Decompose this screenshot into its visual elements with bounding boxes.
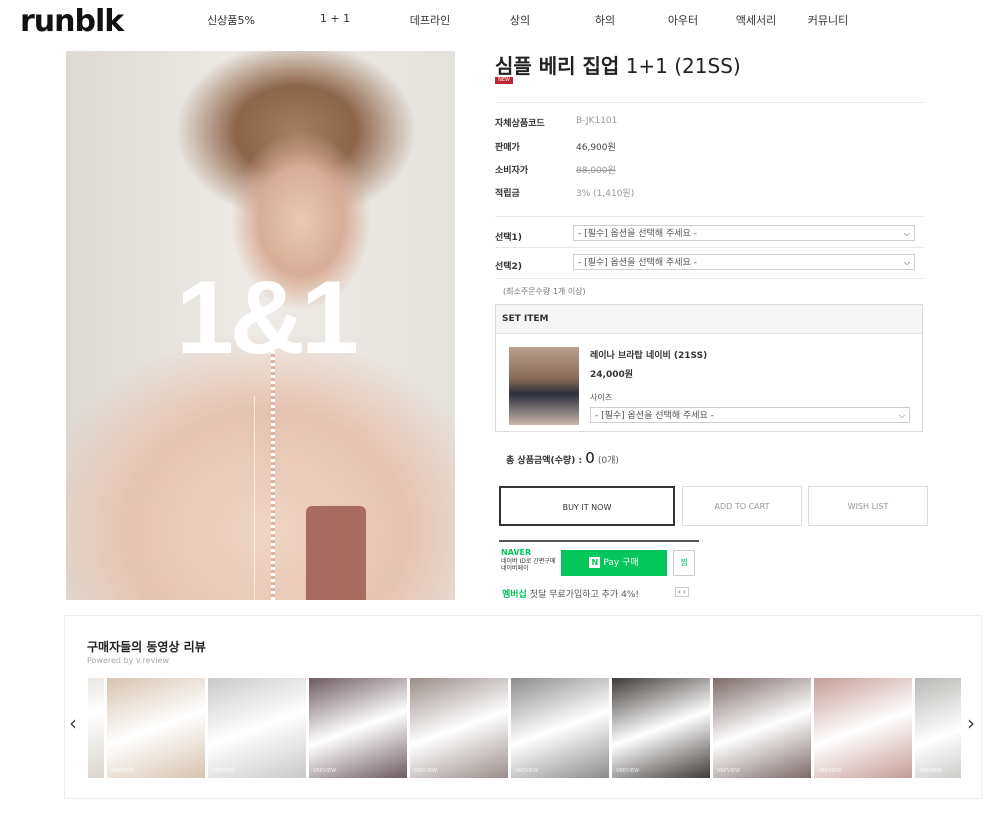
review-watermark: VREVIEW [313, 768, 337, 774]
info-value: 88,000원 [576, 166, 616, 176]
membership-text: 첫달 무료가입하고 추가 4%! [526, 590, 639, 600]
nav-item-tops[interactable]: 상의 [505, 12, 535, 28]
product-hero-image: 1&1 [66, 51, 455, 600]
review-thumbnail[interactable]: VREVIEW [713, 678, 811, 778]
chevron-right-icon[interactable]: › [967, 711, 975, 735]
divider [495, 247, 923, 248]
info-label: 소비자가 [495, 166, 529, 176]
review-title: 구매자들의 동영상 리뷰 [87, 640, 206, 654]
wish-list-button[interactable]: WISH LIST [808, 486, 928, 526]
main-nav: 신상품5% 1 + 1 데프라인 상의 하의 아우터 액세서리 커뮤니티 [190, 12, 853, 28]
set-item-price: 24,000원 [590, 370, 634, 380]
review-watermark: VREVIEW [212, 768, 236, 774]
set-item-size-select[interactable]: - [필수] 옵션을 선택해 주세요 - ⌵ [590, 407, 910, 423]
hero-sports-bra [306, 506, 366, 600]
review-watermark: VREVIEW [818, 768, 842, 774]
info-label: 적립금 [495, 189, 520, 199]
nav-item-outer[interactable]: 아우터 [663, 12, 703, 28]
review-watermark: VREVIEW [717, 768, 741, 774]
review-watermark: VREVIEW [111, 768, 135, 774]
product-title-suffix: 1+1 (21SS) [625, 54, 741, 78]
review-watermark: VREVIEW [919, 768, 943, 774]
naver-n-icon: N [589, 557, 601, 568]
review-thumbnail[interactable]: VREVIEW [612, 678, 710, 778]
set-item-header: SET ITEM [496, 305, 922, 334]
info-label: 자체상품코드 [495, 119, 545, 129]
chevron-down-icon: ⌵ [903, 229, 910, 238]
membership-highlight: 멤버십 [502, 590, 527, 600]
option2-placeholder: - [필수] 옵션을 선택해 주세요 - [578, 258, 697, 268]
nav-item-bottoms[interactable]: 하의 [590, 12, 620, 28]
divider [495, 102, 923, 103]
product-title: 심플 베리 집업 1+1 (21SS) [495, 50, 741, 79]
nav-item-defline[interactable]: 데프라인 [400, 12, 460, 28]
review-thumbnail[interactable]: VREVIEW [511, 678, 609, 778]
review-thumbnail[interactable]: VREVIEW [309, 678, 407, 778]
total-count: (0개) [597, 456, 619, 466]
review-watermark: VREVIEW [414, 768, 438, 774]
info-label: 판매가 [495, 143, 520, 153]
nav-item-community[interactable]: 커뮤니티 [803, 12, 853, 28]
review-thumbnail[interactable]: VREVIEW [107, 678, 205, 778]
set-item-size-placeholder: - [필수] 옵션을 선택해 주세요 - [595, 411, 714, 421]
total-price: 총 상품금액(수량) : 0 (0개) [506, 449, 619, 467]
set-item-name[interactable]: 레이나 브라탑 네이비 (21SS) [590, 348, 707, 361]
review-watermark: VREVIEW [616, 768, 640, 774]
set-item-box: SET ITEM 레이나 브라탑 네이비 (21SS) 24,000원 사이즈 … [495, 304, 923, 432]
min-order-note: (최소주문수량 1개 이상) [503, 287, 586, 296]
review-thumbnail[interactable]: VREVIEW [814, 678, 912, 778]
total-label: 총 상품금액(수량) : [506, 456, 583, 466]
hero-zipper [271, 351, 275, 600]
divider [495, 216, 923, 217]
review-watermark: VREVIEW [515, 768, 539, 774]
logo[interactable]: runblk [20, 4, 124, 39]
nav-item-1plus1[interactable]: 1 + 1 [310, 12, 360, 28]
review-thumbnail[interactable]: VREVIEW [88, 678, 104, 778]
chevron-left-icon[interactable]: ‹ [69, 711, 77, 735]
naver-pay-button[interactable]: N Pay 구매 [561, 550, 667, 576]
option1-label: 선택1) [495, 233, 522, 243]
hero-seam [254, 396, 255, 600]
total-amount: 0 [585, 449, 595, 467]
membership-promo[interactable]: 멤버십 첫달 무료가입하고 추가 4%! [502, 587, 639, 600]
review-thumbnails: VREVIEW VREVIEW VREVIEW VREVIEW VREVIEW VREVI… [88, 678, 961, 778]
product-title-main: 심플 베리 집업 [495, 54, 620, 78]
add-to-cart-button[interactable]: ADD TO CART [682, 486, 802, 526]
info-value: 3% (1,410원) [576, 189, 635, 199]
info-value: B-JK1101 [576, 116, 618, 126]
naver-logo: NAVER [501, 548, 532, 557]
naver-subtext: 네이버 ID로 간편구매 네이버페이 [501, 558, 556, 572]
chevron-down-icon: ⌵ [898, 411, 905, 420]
option2-select[interactable]: - [필수] 옵션을 선택해 주세요 - ⌵ [573, 254, 915, 270]
review-thumbnail[interactable]: VREVIEW [208, 678, 306, 778]
review-thumbnail[interactable]: VREVIEW [410, 678, 508, 778]
membership-arrows[interactable]: ‹ › [675, 587, 689, 597]
new-badge: NEW [495, 77, 513, 84]
review-subtitle: Powered by v.review [87, 656, 170, 665]
chevron-down-icon: ⌵ [903, 258, 910, 267]
nav-item-new[interactable]: 신상품5% [202, 12, 260, 28]
review-thumbnail[interactable]: VREVIEW [915, 678, 961, 778]
hero-badge: 1&1 [176, 260, 359, 376]
info-value: 46,900원 [576, 143, 616, 153]
naver-pay-label: Pay 구매 [603, 558, 639, 568]
option1-placeholder: - [필수] 옵션을 선택해 주세요 - [578, 229, 697, 239]
buy-now-button[interactable]: BUY IT NOW [499, 486, 675, 526]
option2-label: 선택2) [495, 262, 522, 272]
divider [495, 278, 923, 279]
video-review-section: 구매자들의 동영상 리뷰 Powered by v.review ‹ VREVI… [64, 615, 982, 799]
naver-wish-button[interactable]: 찜 [673, 550, 695, 576]
nav-item-accessories[interactable]: 액세서리 [731, 12, 781, 28]
naver-pay-box: NAVER 네이버 ID로 간편구매 네이버페이 N Pay 구매 찜 [499, 540, 699, 580]
set-item-thumbnail[interactable] [509, 347, 579, 425]
option1-select[interactable]: - [필수] 옵션을 선택해 주세요 - ⌵ [573, 225, 915, 241]
set-item-size-label: 사이즈 [590, 393, 613, 402]
